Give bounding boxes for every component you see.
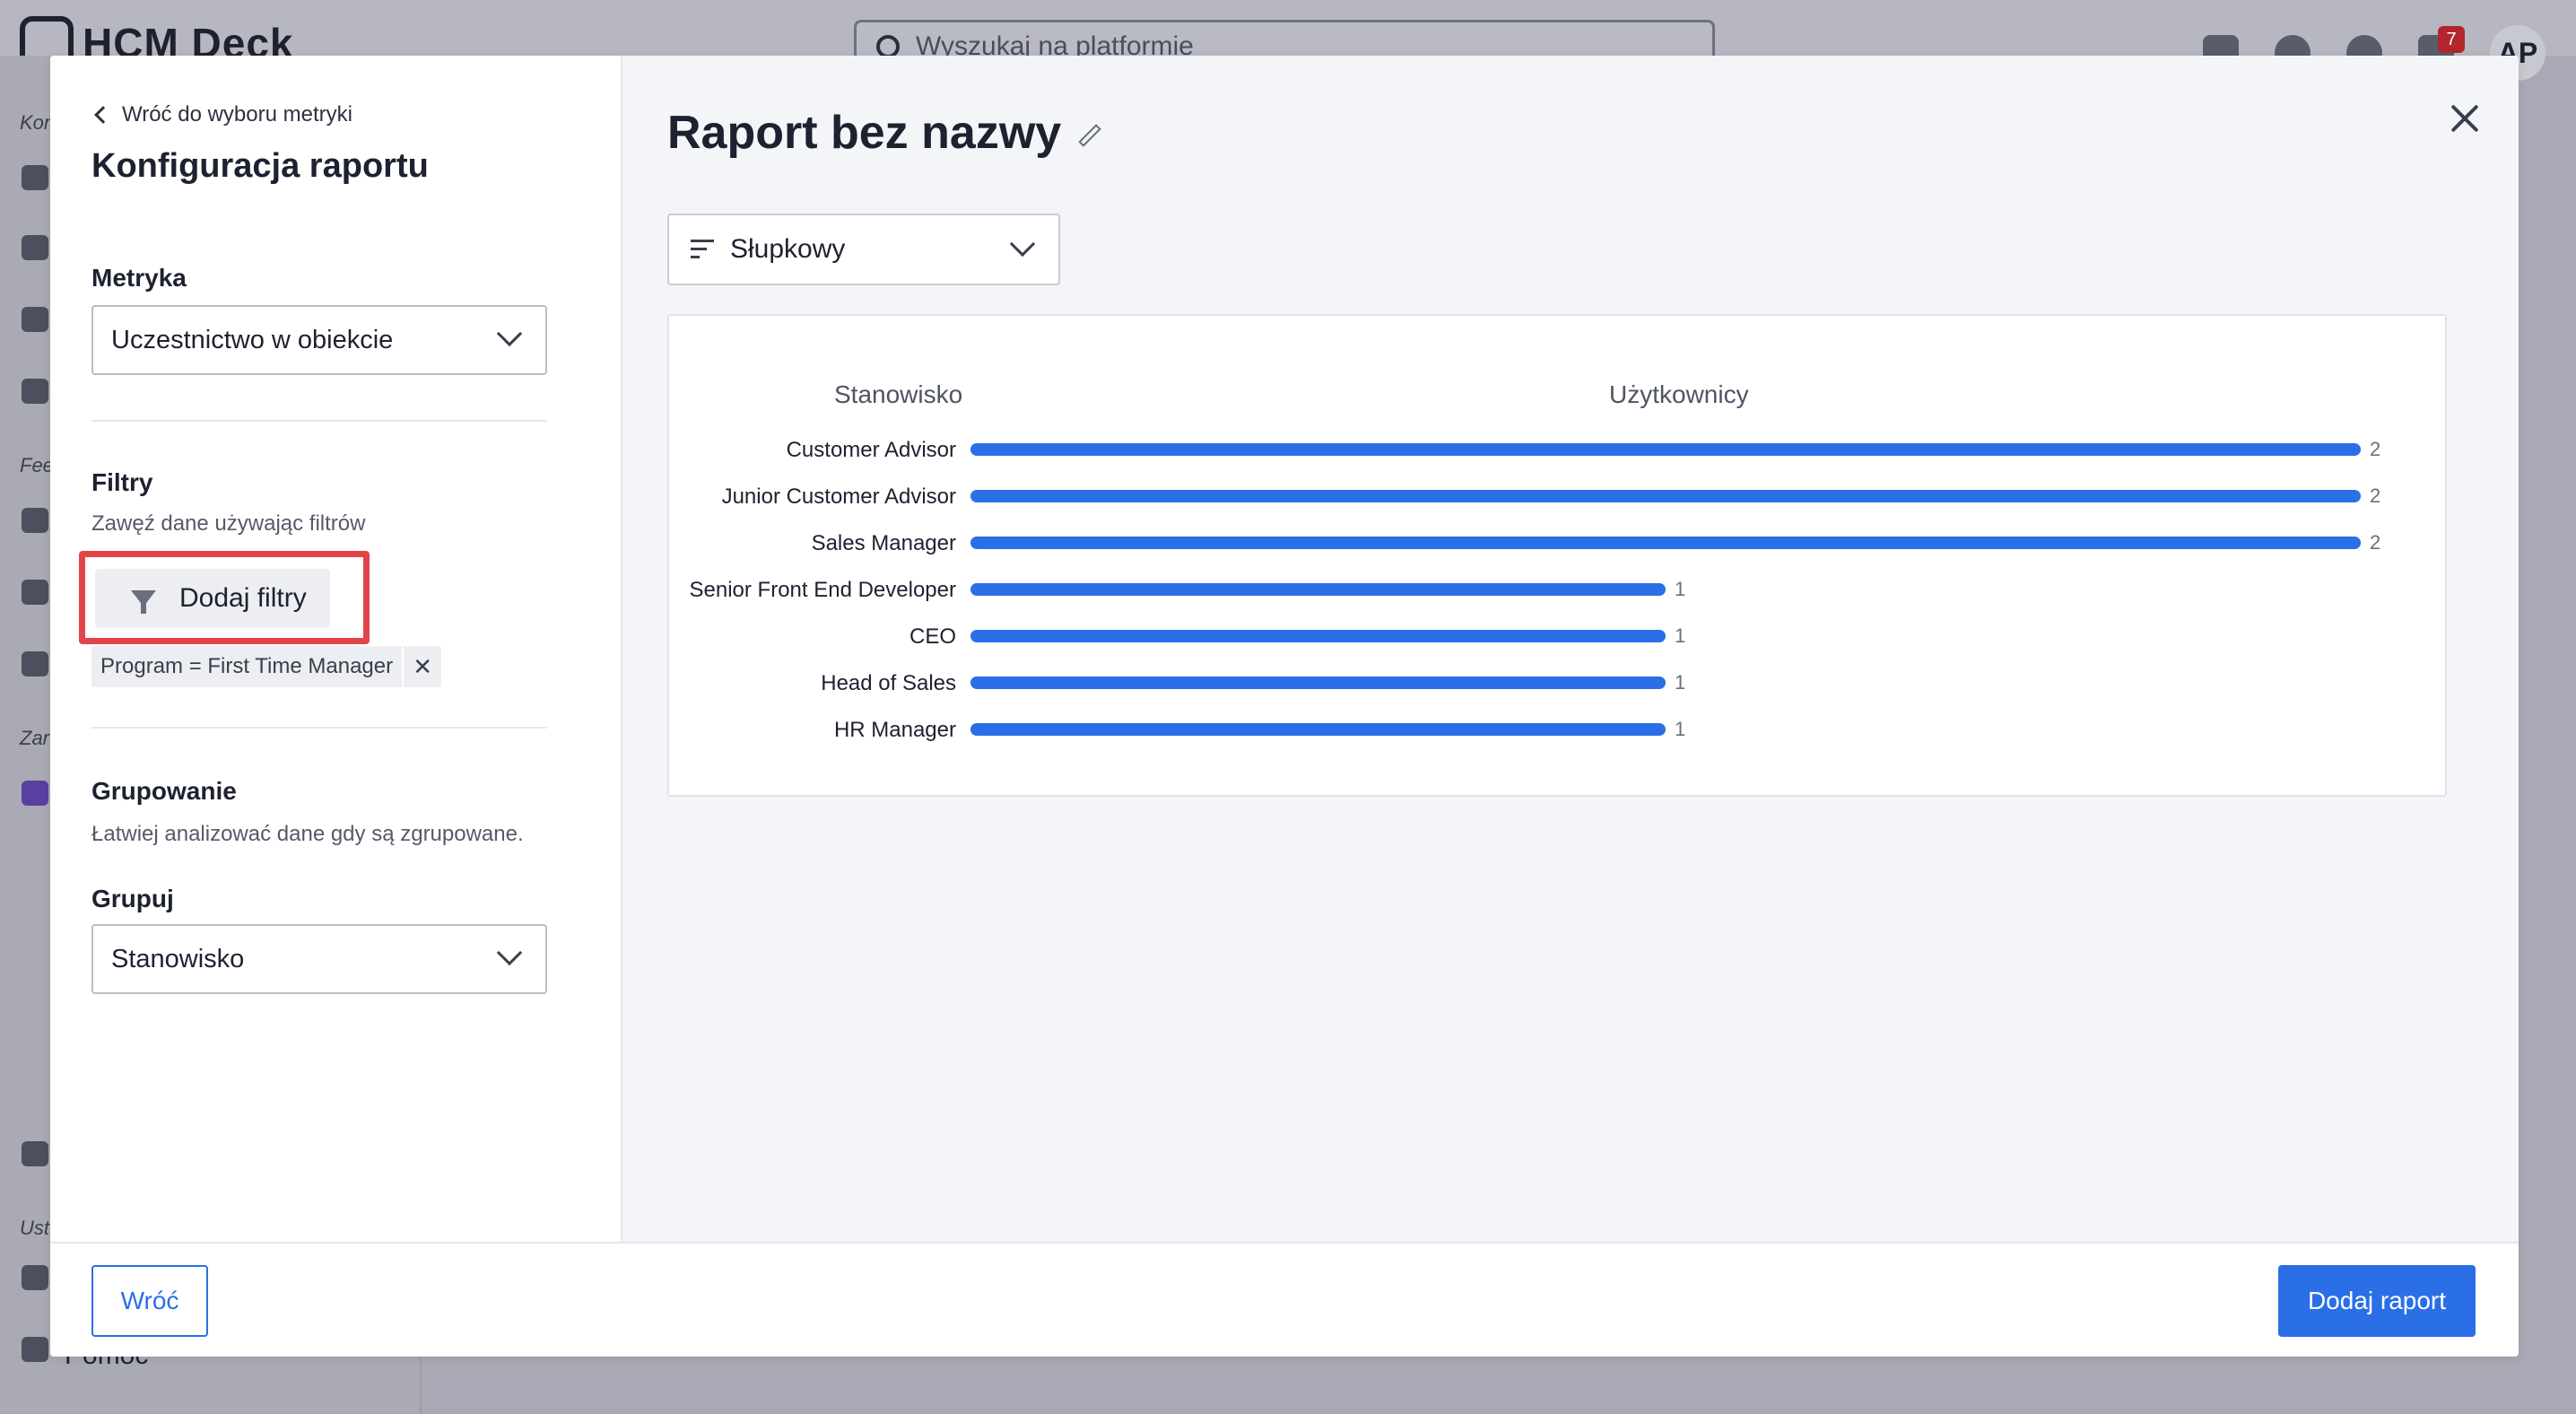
- report-config-modal: Wróć do wyboru metryki Konfiguracja rapo…: [50, 56, 2519, 1357]
- report-title: Raport bez nazwy: [667, 106, 1102, 160]
- add-report-button[interactable]: Dodaj raport: [2278, 1265, 2476, 1337]
- bar-chart: Stanowisko Użytkownicy Customer Advisor 2…: [667, 314, 2447, 797]
- bar-value-label: 2: [2370, 438, 2381, 460]
- value-header: Użytkownicy: [1609, 380, 1749, 408]
- message-icon[interactable]: [22, 235, 48, 260]
- filter-chip-label: Program = First Time Manager: [100, 654, 394, 678]
- chevron-left-icon: [94, 106, 112, 124]
- sidebar-section-label: Fee: [20, 454, 54, 476]
- add-filters-label: Dodaj filtry: [179, 583, 307, 613]
- bar-label: HR Manager: [833, 718, 956, 742]
- back-button[interactable]: Wróć: [91, 1265, 208, 1337]
- bar-label: Customer Advisor: [786, 438, 956, 462]
- filter-chip: Program = First Time Manager ✕: [91, 646, 442, 687]
- bar-label: Head of Sales: [821, 671, 956, 695]
- chevron-down-icon: [496, 320, 523, 347]
- bar[interactable]: [970, 537, 2361, 549]
- notification-badge: 7: [2438, 26, 2465, 53]
- star-icon[interactable]: [22, 651, 48, 676]
- team-icon[interactable]: [22, 1141, 48, 1166]
- group-by-select[interactable]: Stanowisko: [91, 924, 547, 994]
- modal-footer: Wróć Dodaj raport: [50, 1242, 2519, 1357]
- sidebar-section-label: Ust: [20, 1217, 49, 1239]
- back-link-label: Wróć do wyboru metryki: [122, 102, 352, 127]
- metric-select[interactable]: Uczestnictwo w obiekcie: [91, 305, 547, 375]
- grouping-label: Grupowanie: [91, 777, 237, 805]
- bar-value-label: 1: [1675, 624, 1686, 647]
- bar[interactable]: [970, 630, 1666, 642]
- group-by-label: Grupuj: [91, 885, 174, 912]
- metric-select-value: Uczestnictwo w obiekcie: [111, 325, 394, 354]
- info-icon[interactable]: [22, 1337, 48, 1362]
- board-icon[interactable]: [22, 307, 48, 332]
- funnel-icon: [131, 590, 156, 614]
- bar-label: Senior Front End Developer: [689, 578, 957, 602]
- sidebar-section-label: Zar: [20, 727, 49, 749]
- bar-value-label: 1: [1675, 578, 1686, 600]
- bar[interactable]: [970, 583, 1666, 596]
- add-filters-button[interactable]: Dodaj filtry: [95, 569, 330, 628]
- category-header: Stanowisko: [834, 380, 963, 408]
- bar-value-label: 2: [2370, 484, 2381, 507]
- report-title-text: Raport bez nazwy: [667, 107, 1062, 159]
- metric-label: Metryka: [91, 264, 187, 292]
- filters-description: Zawęź dane używając filtrów: [91, 511, 366, 536]
- bar-chart-icon: [691, 240, 714, 259]
- report-icon[interactable]: [22, 781, 48, 806]
- bar-label: Sales Manager: [811, 531, 956, 555]
- group-by-select-value: Stanowisko: [111, 944, 245, 973]
- bar-value-label: 1: [1675, 718, 1686, 740]
- config-panel: Wróć do wyboru metryki Konfiguracja rapo…: [50, 56, 622, 1242]
- remove-filter-button[interactable]: ✕: [402, 646, 441, 687]
- back-to-metric-link[interactable]: Wróć do wyboru metryki: [91, 102, 352, 127]
- app-topbar: HCM Deck Wyszukaj na platformie 7 AP: [0, 0, 2576, 81]
- chart-type-value: Słupkowy: [730, 234, 846, 264]
- grid-icon[interactable]: [22, 379, 48, 404]
- bar[interactable]: [970, 490, 2361, 502]
- chevron-down-icon: [1009, 231, 1036, 257]
- bar-value-label: 1: [1675, 671, 1686, 694]
- bar[interactable]: [970, 676, 1666, 689]
- chat-icon[interactable]: [22, 165, 48, 190]
- divider: [91, 420, 547, 422]
- chevron-down-icon: [496, 939, 523, 966]
- bar-label: CEO: [909, 624, 956, 649]
- filters-label: Filtry: [91, 468, 153, 496]
- divider: [91, 727, 547, 729]
- bar[interactable]: [970, 723, 1666, 736]
- grouping-description: Łatwiej analizować dane gdy są zgrupowan…: [91, 822, 524, 846]
- clipboard-icon[interactable]: [22, 508, 48, 533]
- report-preview-panel: Raport bez nazwy Słupkowy Stanowisko Uży…: [622, 56, 2519, 1242]
- gear-icon[interactable]: [22, 1265, 48, 1290]
- bar[interactable]: [970, 443, 2361, 456]
- close-icon[interactable]: [2447, 100, 2483, 136]
- bar-label: Junior Customer Advisor: [721, 484, 956, 509]
- bar-value-label: 2: [2370, 531, 2381, 554]
- pencil-icon[interactable]: [1078, 124, 1101, 147]
- panel-title: Konfiguracja raportu: [91, 147, 429, 185]
- chart-type-select[interactable]: Słupkowy: [667, 214, 1060, 285]
- people-icon[interactable]: [22, 580, 48, 605]
